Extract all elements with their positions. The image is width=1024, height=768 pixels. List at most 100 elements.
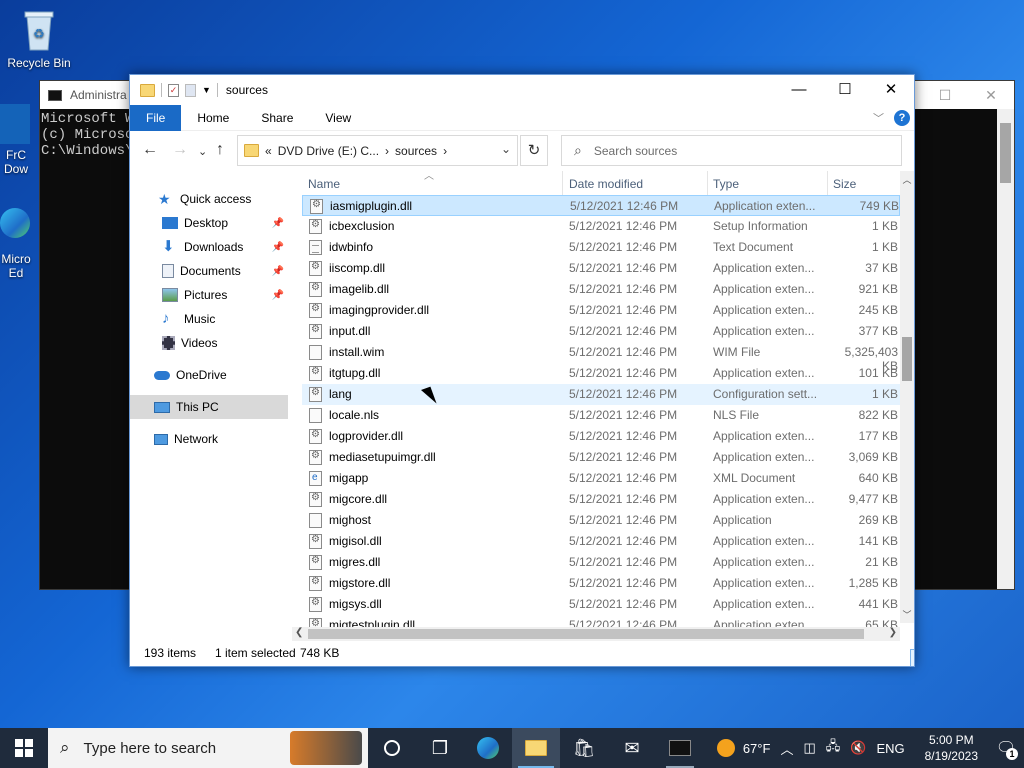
address-overflow[interactable]: « (265, 144, 272, 158)
file-row[interactable]: migstore.dll 5/12/2021 12:46 PM Applicatio… (302, 573, 900, 594)
column-type[interactable]: Type (713, 177, 739, 191)
clock[interactable]: 5:00 PM 8/19/2023 (925, 732, 978, 764)
task-view-button[interactable] (368, 728, 416, 768)
weather-icon[interactable] (716, 739, 735, 757)
scroll-right-arrow-icon[interactable]: ❯ (889, 627, 897, 638)
pin-icon[interactable]: 📌 (272, 218, 284, 229)
file-row[interactable]: imagingprovider.dll 5/12/2021 12:46 PM App… (302, 300, 900, 321)
file-row[interactable]: iiscomp.dll 5/12/2021 12:46 PM Application… (302, 258, 900, 279)
column-size[interactable]: Size (833, 177, 856, 191)
taskbar-file-explorer[interactable] (512, 728, 560, 768)
file-row[interactable]: migisol.dll 5/12/2021 12:46 PM Application… (302, 531, 900, 552)
file-row[interactable]: icbexclusion 5/12/2021 12:46 PM Setup Info… (302, 216, 900, 237)
file-row[interactable]: imagelib.dll 5/12/2021 12:46 PM Applicatio… (302, 279, 900, 300)
nav-item-onedrive[interactable]: OneDrive (130, 363, 288, 387)
nav-item-network[interactable]: Network (130, 427, 288, 451)
cmd-maximize-button[interactable]: ☐ (922, 81, 968, 109)
maximize-button[interactable]: ☐ (822, 75, 868, 105)
cmd-scrollbar[interactable] (997, 109, 1014, 589)
cmd-scroll-thumb[interactable] (1000, 123, 1011, 183)
network-status-icon[interactable]: 🖧 (826, 737, 841, 759)
tab-file[interactable]: File (130, 104, 182, 131)
taskbar-search[interactable]: ⌕ Type here to search (48, 728, 368, 768)
file-row[interactable]: migcore.dll 5/12/2021 12:46 PM Application… (302, 489, 900, 510)
file-row[interactable]: migsys.dll 5/12/2021 12:46 PM Application … (302, 594, 900, 615)
scroll-down-arrow-icon[interactable]: ﹀ (900, 608, 914, 621)
file-row[interactable]: mighost 5/12/2021 12:46 PM Application 269 … (302, 510, 900, 531)
column-separator[interactable] (562, 171, 563, 197)
scroll-up-arrow-icon[interactable]: ︿ (900, 173, 914, 186)
chevron-down-icon[interactable]: ⌄ (501, 142, 511, 156)
taskbar-store[interactable]: 🛍 (560, 728, 608, 768)
meet-now-icon[interactable]: ◫ (803, 740, 815, 756)
explorer-window[interactable]: ✓ ▼ sources — ☐ ✕ File Home Share View ﹀… (129, 74, 915, 667)
pin-icon[interactable]: 📌 (272, 242, 284, 253)
language-indicator[interactable]: ENG (876, 741, 904, 756)
column-date[interactable]: Date modified (569, 177, 643, 191)
weather-temp[interactable]: 67°F (743, 741, 771, 756)
start-button[interactable] (0, 728, 48, 768)
volume-muted-icon[interactable]: 🔇 (850, 740, 866, 756)
large-icons-view-icon[interactable]: ▭ (910, 649, 914, 666)
breadcrumb-separator[interactable]: › (443, 144, 447, 158)
nav-item-quick-access[interactable]: ★ Quick access (130, 187, 288, 211)
recycle-bin-icon[interactable]: ♻ Recycle Bin (1, 8, 77, 70)
file-row[interactable]: migapp 5/12/2021 12:46 PM XML Document 640 … (302, 468, 900, 489)
chevron-down-icon[interactable]: ▼ (202, 85, 211, 95)
taskbar-cmd[interactable] (656, 728, 704, 768)
nav-item-desktop[interactable]: Desktop 📌 (130, 211, 288, 235)
up-arrow-icon[interactable]: ↑ (216, 141, 224, 159)
help-icon[interactable]: ? (894, 110, 910, 126)
pin-icon[interactable]: 📌 (272, 290, 284, 301)
breadcrumb-separator[interactable]: › (385, 144, 389, 158)
cmd-close-button[interactable]: ✕ (968, 81, 1014, 109)
column-separator[interactable] (827, 171, 828, 197)
taskbar-mail[interactable]: ✉ (608, 728, 656, 768)
recent-locations-icon[interactable]: ⌄ (198, 145, 207, 158)
back-arrow-icon[interactable]: ← (142, 141, 158, 159)
nav-item-pictures[interactable]: Pictures 📌 (130, 283, 288, 307)
nav-item-this-pc[interactable]: This PC (130, 395, 288, 419)
vertical-scrollbar[interactable]: ︿ ﹀ (900, 171, 914, 623)
navigation-pane[interactable]: ★ Quick access Desktop 📌 ⬇ Downloads 📌 D… (130, 187, 288, 637)
pin-icon[interactable]: 📌 (272, 266, 284, 277)
horizontal-scroll-thumb[interactable] (308, 629, 864, 639)
notification-center-button[interactable]: 🗨 1 (988, 738, 1024, 760)
nav-item-documents[interactable]: Documents 📌 (130, 259, 288, 283)
task-view-button[interactable]: ❐ (416, 728, 464, 768)
file-row[interactable]: logprovider.dll 5/12/2021 12:46 PM Applica… (302, 426, 900, 447)
file-row[interactable]: idwbinfo 5/12/2021 12:46 PM Text Document 1… (302, 237, 900, 258)
properties-icon[interactable]: ✓ (168, 83, 179, 97)
column-separator[interactable] (707, 171, 708, 197)
scroll-left-arrow-icon[interactable]: ❮ (295, 627, 303, 638)
address-bar[interactable]: « DVD Drive (E:) C... › sources › ⌄ (237, 135, 518, 166)
tab-share[interactable]: Share (245, 105, 309, 131)
file-row[interactable]: iasmigplugin.dll 5/12/2021 12:46 PM Applic… (302, 195, 900, 216)
nav-item-downloads[interactable]: ⬇ Downloads 📌 (130, 235, 288, 259)
new-folder-icon[interactable] (185, 83, 196, 97)
refresh-button[interactable]: ↻ (520, 135, 548, 166)
file-row[interactable]: locale.nls 5/12/2021 12:46 PM NLS File 822 … (302, 405, 900, 426)
nav-item-music[interactable]: ♪ Music (130, 307, 288, 331)
breadcrumb-drive[interactable]: DVD Drive (E:) C... (278, 144, 379, 158)
nav-item-videos[interactable]: Videos (130, 331, 288, 355)
tab-view[interactable]: View (309, 105, 367, 131)
minimize-button[interactable]: — (776, 75, 822, 105)
explorer-titlebar[interactable]: ✓ ▼ sources — ☐ ✕ (130, 75, 914, 105)
horizontal-scrollbar[interactable]: ❮ ❯ (292, 627, 900, 641)
forward-arrow-icon[interactable]: → (172, 141, 188, 159)
tab-home[interactable]: Home (181, 105, 245, 131)
chevron-up-icon[interactable]: ︿ (780, 739, 793, 758)
close-button[interactable]: ✕ (868, 75, 914, 105)
search-box[interactable]: ⌕ Search sources (561, 135, 902, 166)
file-row[interactable]: input.dll 5/12/2021 12:46 PM Application e… (302, 321, 900, 342)
expand-ribbon-icon[interactable]: ﹀ (873, 110, 884, 126)
file-row[interactable]: lang 5/12/2021 12:46 PM Configuration sett… (302, 384, 900, 405)
file-row[interactable]: itgtupg.dll 5/12/2021 12:46 PM Application… (302, 363, 900, 384)
file-row[interactable]: migres.dll 5/12/2021 12:46 PM Application … (302, 552, 900, 573)
taskbar-edge[interactable] (464, 728, 512, 768)
vertical-scroll-thumb[interactable] (902, 337, 912, 381)
file-row[interactable]: mediasetupuimgr.dll 5/12/2021 12:46 PM App… (302, 447, 900, 468)
file-list[interactable]: ︿ Name Date modified Type Size iasmigplu… (302, 171, 900, 629)
file-row[interactable]: install.wim 5/12/2021 12:46 PM WIM File 5,3… (302, 342, 900, 373)
